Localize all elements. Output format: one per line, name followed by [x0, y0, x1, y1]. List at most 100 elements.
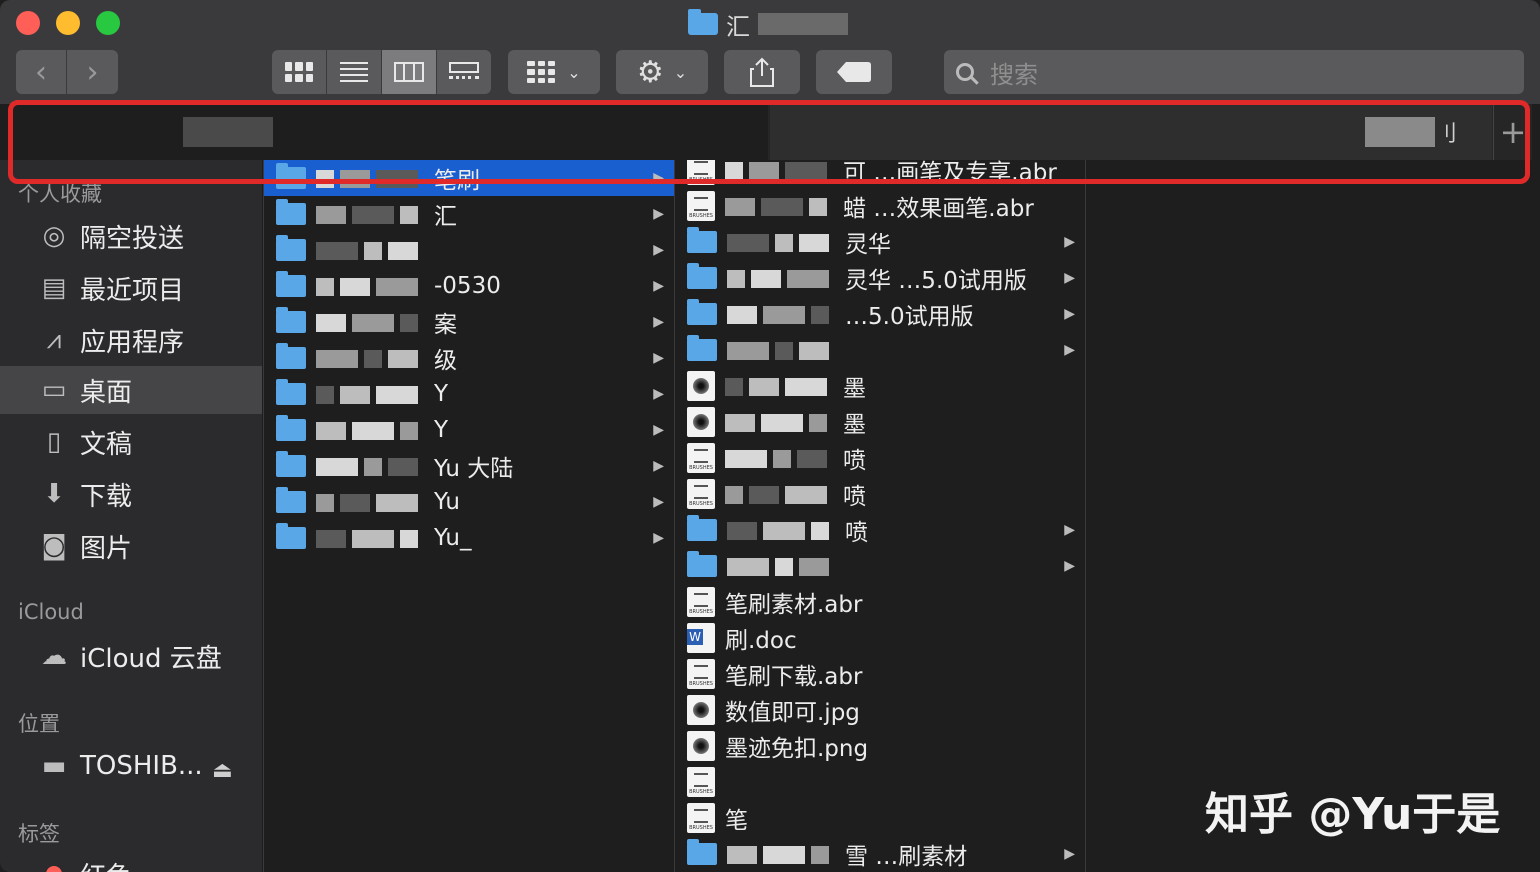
sidebar-item-applications[interactable]: ⩘ 应用程序	[0, 316, 262, 364]
item-name: -0530	[434, 273, 501, 299]
cloud-icon: ☁	[41, 641, 67, 671]
sidebar-item-icloud-drive[interactable]: ☁ iCloud 云盘	[0, 632, 262, 680]
tab-2[interactable]: 刂	[770, 104, 1492, 160]
tags-button[interactable]	[816, 50, 892, 94]
folder-icon	[276, 199, 306, 225]
list-item[interactable]: 笔刷素材.abr	[675, 584, 1085, 620]
list-item[interactable]: Yu ▶	[264, 484, 674, 520]
list-item[interactable]: ▶	[264, 232, 674, 268]
list-item[interactable]: ▶	[675, 332, 1085, 368]
tab-1[interactable]	[8, 104, 768, 160]
chevron-right-icon: ▶	[653, 422, 664, 438]
sidebar-item-documents[interactable]: ▯ 文稿	[0, 418, 262, 466]
browser-column-3	[1085, 160, 1540, 872]
window-title: 汇	[688, 8, 848, 41]
minimize-button[interactable]	[56, 11, 80, 35]
back-button[interactable]: ‹	[16, 50, 67, 94]
item-name: 可 …画笔及专享.abr	[843, 160, 1057, 186]
sidebar-item-tag-red[interactable]: 红色	[0, 850, 262, 872]
chevron-right-icon: ▶	[1064, 342, 1075, 358]
item-name: 笔刷	[434, 168, 480, 194]
sidebar-item-pictures[interactable]: ◙ 图片	[0, 522, 262, 570]
redacted-block	[316, 276, 424, 296]
list-item[interactable]: 可 …画笔及专享.abr	[675, 160, 1085, 188]
list-item[interactable]: Yu 大陆 ▶	[264, 448, 674, 484]
list-item[interactable]: Y ▶	[264, 412, 674, 448]
item-name: 汇	[434, 204, 457, 230]
share-button[interactable]	[724, 50, 800, 94]
list-item[interactable]: 级 ▶	[264, 340, 674, 376]
list-item[interactable]: 灵华 …5.0试用版 ▶	[675, 260, 1085, 296]
brush-file-icon	[687, 191, 715, 221]
sidebar-item-airdrop[interactable]: ◎ 隔空投送	[0, 212, 262, 260]
item-name: 蜡 …效果画笔.abr	[843, 196, 1034, 222]
list-item[interactable]: 刷.doc	[675, 620, 1085, 656]
chevron-down-icon: ⌄	[567, 62, 581, 82]
folder-icon	[276, 451, 306, 477]
folder-icon	[276, 415, 306, 441]
search-icon	[956, 63, 974, 81]
icon-view-button[interactable]	[272, 50, 327, 94]
list-item[interactable]: Yu_ ▶	[264, 520, 674, 556]
list-item[interactable]: 雪 …刷素材 ▶	[675, 836, 1085, 872]
list-item[interactable]: Y ▶	[264, 376, 674, 412]
share-icon	[750, 57, 774, 87]
column-view-button[interactable]	[382, 50, 437, 94]
list-item[interactable]: 灵华 ▶	[675, 224, 1085, 260]
zoom-button[interactable]	[96, 11, 120, 35]
list-item[interactable]: 墨	[675, 404, 1085, 440]
eject-icon[interactable]: ⏏	[212, 758, 233, 783]
redacted-block	[316, 384, 424, 404]
list-item[interactable]: 喷 ▶	[675, 512, 1085, 548]
close-button[interactable]	[16, 11, 40, 35]
gallery-view-button[interactable]	[437, 50, 491, 94]
item-name: 灵华	[845, 232, 891, 258]
item-name: 喷	[843, 448, 866, 474]
search-field[interactable]: 搜索	[944, 50, 1524, 94]
list-view-button[interactable]	[327, 50, 382, 94]
chevron-right-icon: ▶	[653, 206, 664, 222]
icloud-heading: iCloud	[18, 600, 84, 624]
chevron-right-icon: ▶	[653, 386, 664, 402]
sidebar-item-downloads[interactable]: ⬇ 下载	[0, 470, 262, 518]
list-item[interactable]: -0530 ▶	[264, 268, 674, 304]
list-item[interactable]: 数值即可.jpg	[675, 692, 1085, 728]
new-tab-button[interactable]: +	[1493, 104, 1532, 160]
action-button[interactable]: ⚙ ⌄	[616, 50, 708, 94]
folder-icon	[688, 9, 718, 35]
folder-icon	[276, 163, 306, 189]
list-item[interactable]: 笔刷 ▶	[264, 160, 674, 196]
list-item[interactable]: 汇 ▶	[264, 196, 674, 232]
sidebar-item-recents[interactable]: ▤ 最近项目	[0, 264, 262, 312]
folder-icon	[276, 487, 306, 513]
list-item[interactable]: 喷	[675, 440, 1085, 476]
redacted-block	[727, 304, 835, 324]
brush-file-icon	[687, 160, 715, 185]
item-name: 案	[434, 312, 457, 338]
list-item[interactable]: 笔	[675, 800, 1085, 836]
item-name: Yu	[434, 489, 460, 515]
sidebar-item-desktop[interactable]: ▭ 桌面	[0, 366, 262, 414]
list-item[interactable]	[675, 764, 1085, 800]
watermark: 知乎 @Yu于是	[1205, 789, 1501, 840]
list-item[interactable]: ▶	[675, 548, 1085, 584]
list-item[interactable]: 墨	[675, 368, 1085, 404]
redacted-block	[725, 160, 833, 180]
list-item[interactable]: 喷	[675, 476, 1085, 512]
sidebar-item-label: iCloud 云盘	[80, 643, 222, 674]
list-item[interactable]: 墨迹免扣.png	[675, 728, 1085, 764]
chevron-right-icon: ▶	[1064, 306, 1075, 322]
brush-file-icon	[687, 767, 715, 797]
list-item[interactable]: 案 ▶	[264, 304, 674, 340]
list-item[interactable]: 笔刷下载.abr	[675, 656, 1085, 692]
list-item[interactable]: …5.0试用版 ▶	[675, 296, 1085, 332]
group-button[interactable]: ⌄	[508, 50, 600, 94]
forward-button[interactable]: ›	[67, 50, 118, 94]
folder-icon	[687, 227, 717, 253]
item-name: 喷	[845, 520, 868, 546]
chevron-down-icon: ⌄	[673, 62, 688, 82]
item-name: 墨	[843, 376, 866, 402]
chevron-right-icon: ▶	[653, 530, 664, 546]
chevron-right-icon: ▶	[653, 242, 664, 258]
list-item[interactable]: 蜡 …效果画笔.abr	[675, 188, 1085, 224]
